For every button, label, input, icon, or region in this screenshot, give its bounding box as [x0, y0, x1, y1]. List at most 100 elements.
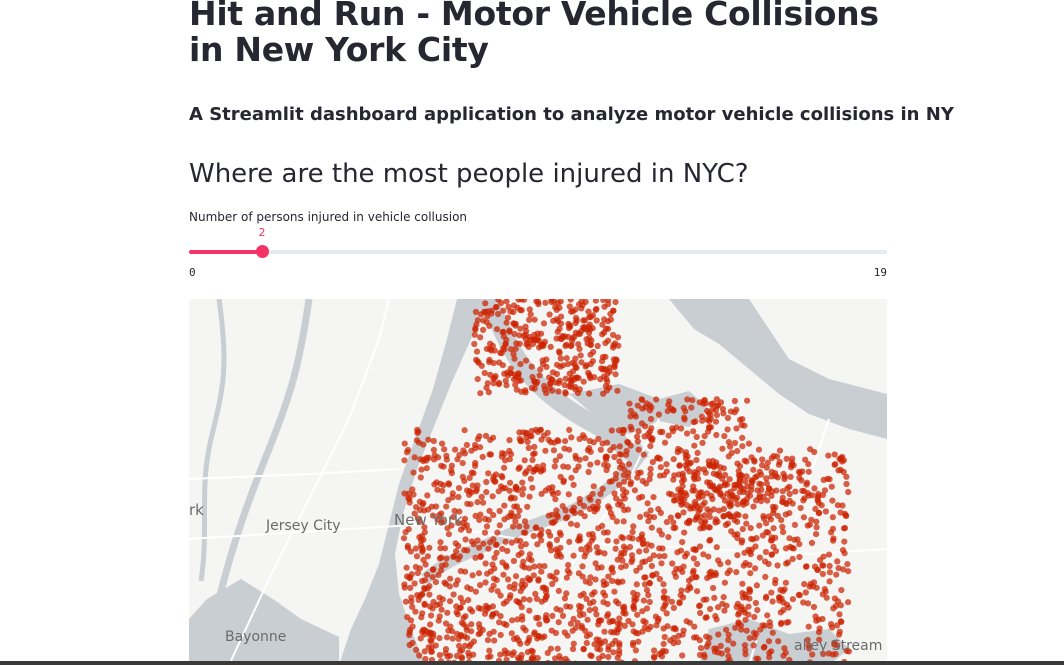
collision-point: [470, 638, 477, 645]
collision-point: [710, 584, 717, 592]
collision-point: [810, 579, 818, 586]
collision-point: [482, 560, 489, 567]
collision-point: [586, 580, 593, 587]
collision-point: [480, 540, 487, 547]
collision-point: [753, 582, 761, 589]
collision-point: [426, 591, 433, 598]
collision-point: [427, 621, 434, 628]
collision-point: [745, 440, 753, 447]
collision-point: [401, 490, 408, 497]
collision-point: [576, 602, 583, 609]
collision-point: [726, 476, 733, 483]
collision-point: [530, 451, 537, 458]
collision-point: [762, 558, 769, 565]
collision-point: [474, 317, 481, 324]
collision-point: [545, 528, 552, 535]
collision-point: [620, 518, 627, 525]
collision-point: [775, 638, 782, 645]
collision-point: [406, 641, 413, 649]
collision-point: [832, 461, 839, 468]
collision-point: [697, 513, 704, 520]
collision-point: [756, 554, 764, 561]
slider-thumb[interactable]: [256, 245, 269, 258]
slider-track[interactable]: [189, 250, 887, 254]
collision-point: [411, 454, 418, 461]
collision-point: [710, 470, 717, 477]
map-label-jersey-city: Jersey City: [265, 518, 341, 534]
collision-point: [581, 513, 588, 520]
collision-point: [845, 488, 852, 496]
collision-point: [772, 580, 779, 587]
collision-point: [547, 343, 554, 350]
collision-point: [448, 467, 455, 474]
collision-point: [648, 524, 655, 531]
collision-point: [834, 622, 841, 629]
collision-point: [713, 412, 721, 419]
collision-point: [746, 635, 753, 642]
collision-point: [532, 590, 539, 597]
collision-point: [535, 299, 542, 306]
collision-point: [404, 542, 411, 549]
bottom-edge-bar: [0, 661, 1064, 665]
collision-point: [672, 573, 679, 580]
collision-point: [765, 638, 773, 645]
collision-point: [674, 549, 681, 556]
collision-point: [549, 580, 556, 588]
collision-point: [778, 595, 785, 602]
collision-map[interactable]: rk Jersey City New York Bayonne alley St…: [189, 299, 887, 665]
collision-point: [651, 654, 658, 661]
collision-point: [558, 336, 565, 343]
collision-point: [496, 522, 503, 529]
collision-point: [418, 544, 426, 552]
collision-point: [824, 475, 831, 482]
collision-point: [506, 479, 514, 486]
collision-point: [705, 458, 712, 465]
collision-point: [614, 556, 621, 563]
collision-point: [522, 581, 529, 589]
slider-max-label: 19: [873, 266, 887, 279]
collision-point: [829, 514, 837, 521]
collision-point: [424, 492, 431, 499]
collision-point: [636, 494, 643, 501]
collision-point: [610, 344, 617, 351]
collision-point: [833, 571, 840, 578]
collision-point: [720, 512, 727, 520]
collision-point: [631, 487, 638, 494]
collision-point: [703, 633, 710, 640]
collision-point: [572, 355, 579, 362]
map-canvas[interactable]: rk Jersey City New York Bayonne alley St…: [189, 299, 887, 665]
collision-point: [564, 632, 571, 639]
collision-point: [529, 373, 536, 381]
collision-point: [764, 612, 771, 619]
collision-point: [462, 568, 469, 575]
collision-point: [813, 524, 820, 531]
collision-point: [669, 425, 676, 432]
collision-point: [688, 404, 695, 411]
collision-point: [457, 631, 464, 639]
collision-point: [495, 488, 502, 495]
collision-point: [536, 532, 543, 539]
collision-point: [813, 531, 820, 538]
collision-point: [694, 449, 701, 456]
collision-point: [753, 535, 760, 542]
collision-point: [525, 637, 532, 644]
collision-point: [408, 594, 415, 601]
collision-point: [515, 371, 522, 378]
collision-point: [555, 438, 562, 445]
collision-point: [815, 509, 822, 516]
collision-point: [607, 316, 614, 323]
collision-point: [542, 615, 549, 622]
collision-point: [478, 493, 485, 501]
collision-point: [571, 376, 578, 383]
collision-point: [616, 443, 623, 450]
collision-point: [557, 363, 564, 370]
collision-point: [630, 628, 637, 635]
collision-point: [695, 466, 702, 473]
collision-point: [508, 494, 515, 501]
collision-point: [768, 551, 775, 558]
collision-point: [703, 614, 710, 621]
collision-point: [454, 456, 461, 463]
collision-point: [721, 497, 729, 504]
collision-point: [431, 456, 438, 463]
injured-persons-slider[interactable]: 2 0 19: [189, 226, 887, 286]
